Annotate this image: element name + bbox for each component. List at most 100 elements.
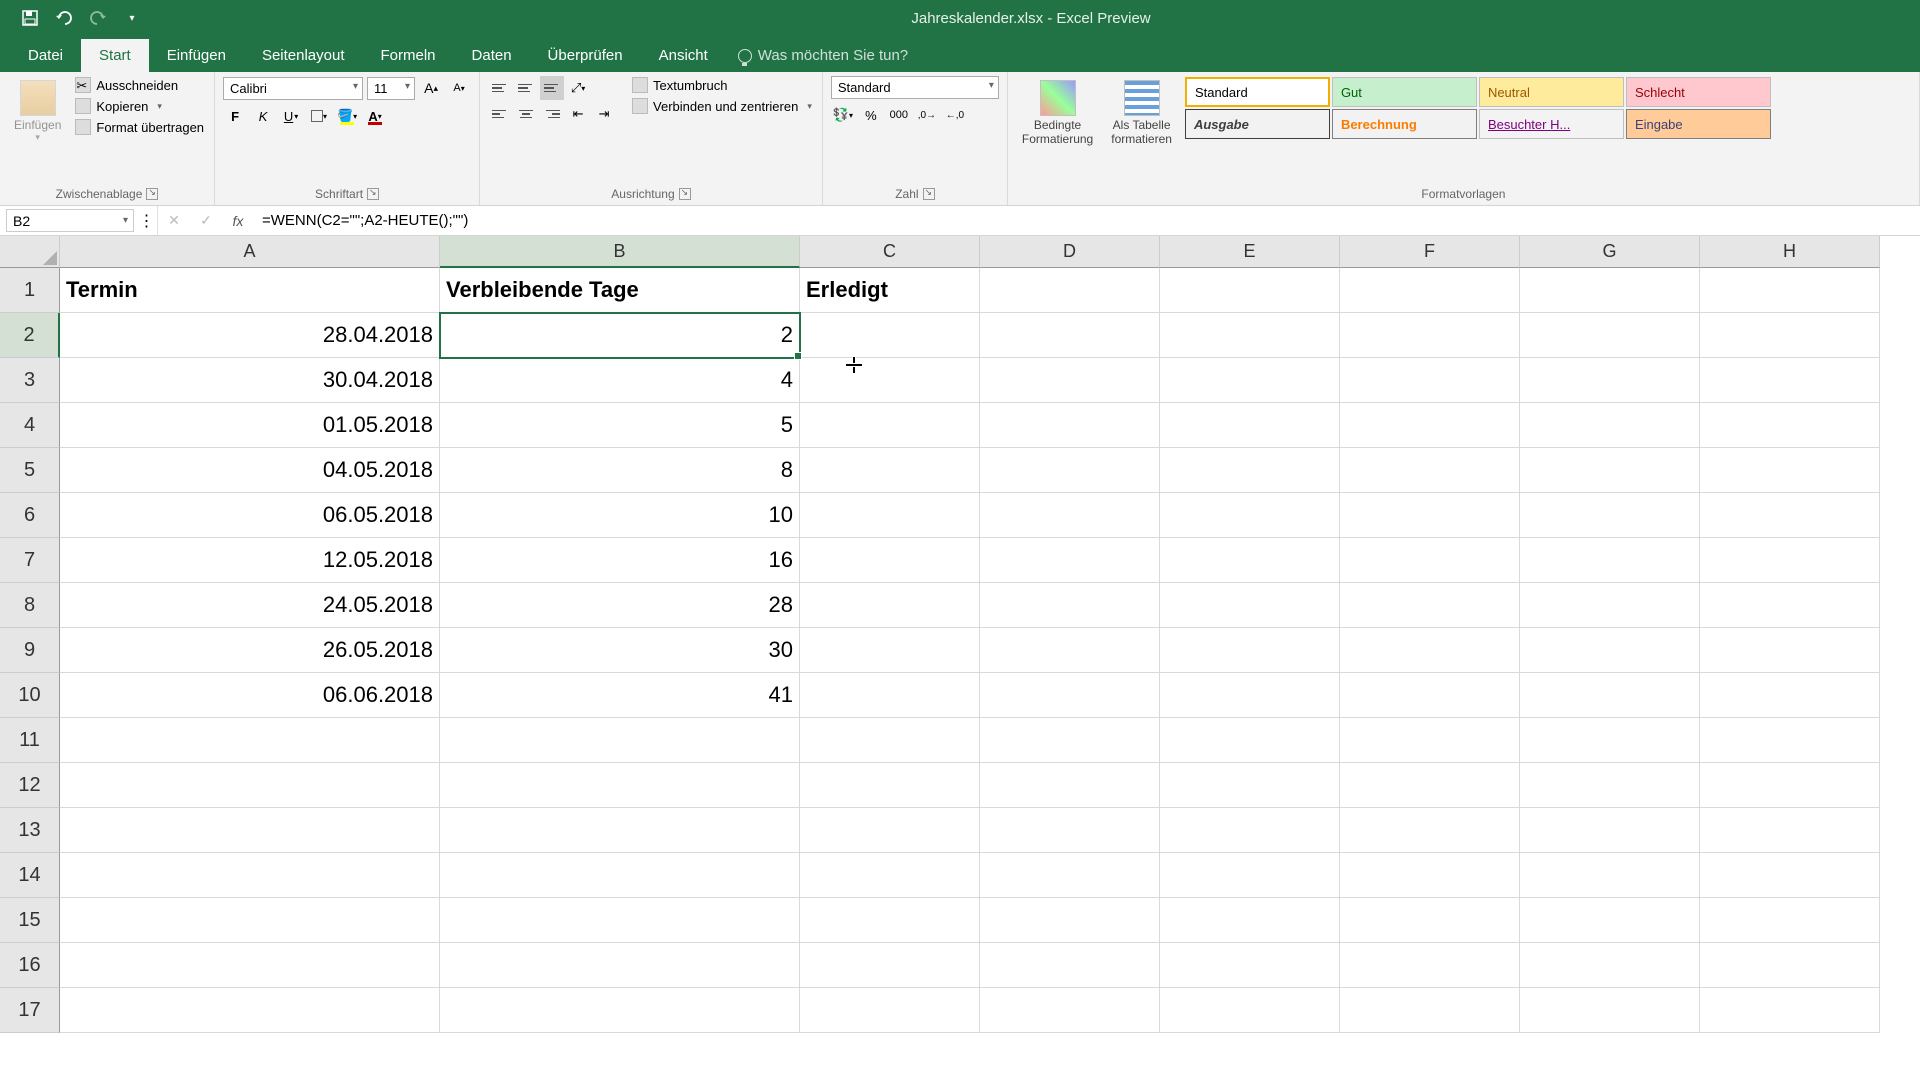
tab-formeln[interactable]: Formeln <box>363 39 454 72</box>
cell-D9[interactable] <box>980 628 1160 673</box>
row-header-9[interactable]: 9 <box>0 628 60 673</box>
row-header-1[interactable]: 1 <box>0 268 60 313</box>
cell-A10[interactable]: 06.06.2018 <box>60 673 440 718</box>
row-header-2[interactable]: 2 <box>0 313 60 358</box>
tab-ueberpruefen[interactable]: Überprüfen <box>530 39 641 72</box>
cell-E3[interactable] <box>1160 358 1340 403</box>
cell-F11[interactable] <box>1340 718 1520 763</box>
number-dialog-launcher[interactable] <box>923 188 935 200</box>
decrease-indent-button[interactable]: ⇤ <box>566 102 590 126</box>
cell-B10[interactable]: 41 <box>440 673 800 718</box>
row-header-8[interactable]: 8 <box>0 583 60 628</box>
cell-D10[interactable] <box>980 673 1160 718</box>
cell-B4[interactable]: 5 <box>440 403 800 448</box>
cell-E13[interactable] <box>1160 808 1340 853</box>
cell-F1[interactable] <box>1340 268 1520 313</box>
row-header-5[interactable]: 5 <box>0 448 60 493</box>
cell-A11[interactable] <box>60 718 440 763</box>
cell-B14[interactable] <box>440 853 800 898</box>
cell-A1[interactable]: Termin <box>60 268 440 313</box>
cell-A3[interactable]: 30.04.2018 <box>60 358 440 403</box>
cell-C3[interactable] <box>800 358 980 403</box>
style-berechnung[interactable]: Berechnung <box>1332 109 1477 139</box>
name-box[interactable]: B2 <box>6 209 134 232</box>
cell-E14[interactable] <box>1160 853 1340 898</box>
cell-F3[interactable] <box>1340 358 1520 403</box>
qat-customize-icon[interactable]: ▾ <box>122 8 142 28</box>
cell-A15[interactable] <box>60 898 440 943</box>
underline-button[interactable]: U▾ <box>279 104 303 128</box>
cell-G15[interactable] <box>1520 898 1700 943</box>
percent-format-button[interactable]: % <box>859 103 883 127</box>
tab-start[interactable]: Start <box>81 39 149 72</box>
cell-F7[interactable] <box>1340 538 1520 583</box>
cell-G8[interactable] <box>1520 583 1700 628</box>
formula-input[interactable] <box>254 206 1920 235</box>
style-gut[interactable]: Gut <box>1332 77 1477 107</box>
cell-D2[interactable] <box>980 313 1160 358</box>
column-header-G[interactable]: G <box>1520 236 1700 268</box>
cell-H5[interactable] <box>1700 448 1880 493</box>
cell-C16[interactable] <box>800 943 980 988</box>
font-color-button[interactable]: A▾ <box>363 104 387 128</box>
tab-ansicht[interactable]: Ansicht <box>641 39 726 72</box>
italic-button[interactable]: K <box>251 104 275 128</box>
row-header-6[interactable]: 6 <box>0 493 60 538</box>
cell-H16[interactable] <box>1700 943 1880 988</box>
column-header-B[interactable]: B <box>440 236 800 268</box>
cell-D8[interactable] <box>980 583 1160 628</box>
cell-B15[interactable] <box>440 898 800 943</box>
cell-B9[interactable]: 30 <box>440 628 800 673</box>
increase-indent-button[interactable]: ⇥ <box>592 102 616 126</box>
cell-E1[interactable] <box>1160 268 1340 313</box>
column-header-H[interactable]: H <box>1700 236 1880 268</box>
row-header-12[interactable]: 12 <box>0 763 60 808</box>
cell-C2[interactable] <box>800 313 980 358</box>
cell-C10[interactable] <box>800 673 980 718</box>
fill-color-button[interactable]: 🪣▾ <box>335 104 359 128</box>
wrap-text-button[interactable]: Textumbruch <box>630 76 814 94</box>
undo-icon[interactable] <box>54 8 74 28</box>
cell-F13[interactable] <box>1340 808 1520 853</box>
cell-D5[interactable] <box>980 448 1160 493</box>
cell-H12[interactable] <box>1700 763 1880 808</box>
cell-D7[interactable] <box>980 538 1160 583</box>
format-painter-button[interactable]: Format übertragen <box>73 118 206 136</box>
cell-E11[interactable] <box>1160 718 1340 763</box>
cell-C5[interactable] <box>800 448 980 493</box>
style-neutral[interactable]: Neutral <box>1479 77 1624 107</box>
select-all-corner[interactable] <box>0 236 60 268</box>
align-right-button[interactable] <box>540 102 564 126</box>
cell-H7[interactable] <box>1700 538 1880 583</box>
cell-H11[interactable] <box>1700 718 1880 763</box>
cell-G16[interactable] <box>1520 943 1700 988</box>
tab-datei[interactable]: Datei <box>10 39 81 72</box>
cell-D12[interactable] <box>980 763 1160 808</box>
bold-button[interactable]: F <box>223 104 247 128</box>
accounting-format-button[interactable]: 💱▾ <box>831 103 855 127</box>
insert-function-button[interactable]: fx <box>222 206 254 235</box>
cell-G6[interactable] <box>1520 493 1700 538</box>
cell-H4[interactable] <box>1700 403 1880 448</box>
cell-G3[interactable] <box>1520 358 1700 403</box>
cell-A8[interactable]: 24.05.2018 <box>60 583 440 628</box>
cell-E15[interactable] <box>1160 898 1340 943</box>
tell-me-search[interactable]: Was möchten Sie tun? <box>726 39 920 72</box>
cell-G17[interactable] <box>1520 988 1700 1033</box>
cell-D6[interactable] <box>980 493 1160 538</box>
column-header-C[interactable]: C <box>800 236 980 268</box>
font-name-combo[interactable]: Calibri <box>223 77 363 100</box>
cell-C12[interactable] <box>800 763 980 808</box>
cell-A12[interactable] <box>60 763 440 808</box>
cell-A13[interactable] <box>60 808 440 853</box>
cell-E6[interactable] <box>1160 493 1340 538</box>
cell-D15[interactable] <box>980 898 1160 943</box>
style-schlecht[interactable]: Schlecht <box>1626 77 1771 107</box>
cell-B12[interactable] <box>440 763 800 808</box>
style-eingabe[interactable]: Eingabe <box>1626 109 1771 139</box>
cell-E12[interactable] <box>1160 763 1340 808</box>
cell-E8[interactable] <box>1160 583 1340 628</box>
cell-C6[interactable] <box>800 493 980 538</box>
cell-D16[interactable] <box>980 943 1160 988</box>
row-header-4[interactable]: 4 <box>0 403 60 448</box>
